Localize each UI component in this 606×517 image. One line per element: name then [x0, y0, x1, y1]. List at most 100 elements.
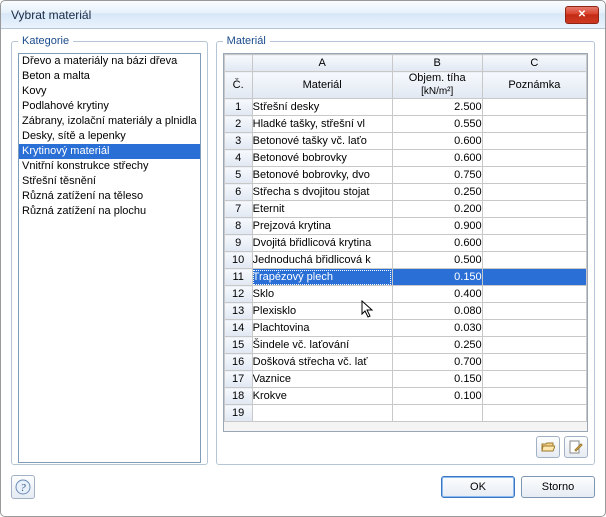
row-number[interactable]: 1: [224, 99, 252, 116]
row-number[interactable]: 13: [224, 303, 252, 320]
table-row[interactable]: 17Vaznice0.150: [224, 371, 586, 388]
cell-material[interactable]: Prejzová krytina: [252, 218, 392, 235]
row-number[interactable]: 12: [224, 286, 252, 303]
cell-material[interactable]: Šindele vč. laťování: [252, 337, 392, 354]
cell-note[interactable]: [482, 354, 586, 371]
cell-material[interactable]: Vaznice: [252, 371, 392, 388]
cell-material[interactable]: Plexisklo: [252, 303, 392, 320]
cell-material[interactable]: Eternit: [252, 201, 392, 218]
row-number[interactable]: 15: [224, 337, 252, 354]
table-row[interactable]: 4Betonové bobrovky0.600: [224, 150, 586, 167]
cell-note[interactable]: [482, 405, 586, 422]
table-row[interactable]: 3Betonové tašky vč. laťo0.600: [224, 133, 586, 150]
row-number[interactable]: 11: [224, 269, 252, 286]
row-number[interactable]: 10: [224, 252, 252, 269]
ok-button[interactable]: OK: [441, 476, 515, 498]
cell-weight[interactable]: 0.900: [392, 218, 482, 235]
row-number[interactable]: 9: [224, 235, 252, 252]
cell-note[interactable]: [482, 388, 586, 405]
cell-weight[interactable]: 0.700: [392, 354, 482, 371]
cell-weight[interactable]: 0.030: [392, 320, 482, 337]
row-number[interactable]: 19: [224, 405, 252, 422]
cell-material[interactable]: Střecha s dvojitou stojat: [252, 184, 392, 201]
row-number[interactable]: 7: [224, 201, 252, 218]
cell-note[interactable]: [482, 99, 586, 116]
cell-note[interactable]: [482, 286, 586, 303]
cell-note[interactable]: [482, 116, 586, 133]
row-number[interactable]: 5: [224, 167, 252, 184]
cell-material[interactable]: Betonové tašky vč. laťo: [252, 133, 392, 150]
category-item[interactable]: Kovy: [19, 84, 200, 99]
cell-weight[interactable]: 0.200: [392, 201, 482, 218]
cell-material[interactable]: Jednoduchá břidlicová k: [252, 252, 392, 269]
cell-note[interactable]: [482, 218, 586, 235]
col-letter-a[interactable]: A: [252, 55, 392, 72]
open-button[interactable]: [536, 436, 560, 458]
category-item[interactable]: Podlahové krytiny: [19, 99, 200, 114]
cell-weight[interactable]: 0.600: [392, 150, 482, 167]
cell-material[interactable]: Střešní desky: [252, 99, 392, 116]
cell-weight[interactable]: [392, 405, 482, 422]
cell-note[interactable]: [482, 252, 586, 269]
cell-weight[interactable]: 0.250: [392, 184, 482, 201]
table-row[interactable]: 9Dvojitá břidlicová krytina0.600: [224, 235, 586, 252]
cell-note[interactable]: [482, 337, 586, 354]
table-row[interactable]: 6Střecha s dvojitou stojat0.250: [224, 184, 586, 201]
table-row[interactable]: 8Prejzová krytina0.900: [224, 218, 586, 235]
row-number[interactable]: 14: [224, 320, 252, 337]
cell-weight[interactable]: 0.400: [392, 286, 482, 303]
cell-note[interactable]: [482, 150, 586, 167]
cell-weight[interactable]: 0.600: [392, 133, 482, 150]
category-item[interactable]: Střešní těsnění: [19, 174, 200, 189]
cell-weight[interactable]: 0.150: [392, 371, 482, 388]
cell-note[interactable]: [482, 371, 586, 388]
table-row[interactable]: 7Eternit0.200: [224, 201, 586, 218]
col-letter-b[interactable]: B: [392, 55, 482, 72]
category-item[interactable]: Vnitřní konstrukce střechy: [19, 159, 200, 174]
cell-material[interactable]: Došková střecha vč. lať: [252, 354, 392, 371]
row-number[interactable]: 16: [224, 354, 252, 371]
row-number[interactable]: 8: [224, 218, 252, 235]
table-row[interactable]: 11Trapézový plech0.150: [224, 269, 586, 286]
cancel-button[interactable]: Storno: [521, 476, 595, 498]
category-item[interactable]: Krytinový materiál: [19, 144, 200, 159]
cell-material[interactable]: [252, 405, 392, 422]
table-row[interactable]: 18Krokve0.100: [224, 388, 586, 405]
cell-note[interactable]: [482, 235, 586, 252]
cell-material[interactable]: Krokve: [252, 388, 392, 405]
cell-note[interactable]: [482, 133, 586, 150]
table-row[interactable]: 19: [224, 405, 586, 422]
table-row[interactable]: 2Hladké tašky, střešní vl0.550: [224, 116, 586, 133]
cell-material[interactable]: Trapézový plech: [252, 269, 392, 286]
table-row[interactable]: 12Sklo0.400: [224, 286, 586, 303]
help-button[interactable]: ?: [11, 475, 35, 499]
category-item[interactable]: Různá zatížení na plochu: [19, 204, 200, 219]
cell-material[interactable]: Plachtovina: [252, 320, 392, 337]
cell-material[interactable]: Betonové bobrovky, dvo: [252, 167, 392, 184]
cell-note[interactable]: [482, 320, 586, 337]
table-row[interactable]: 16Došková střecha vč. lať0.700: [224, 354, 586, 371]
cell-weight[interactable]: 0.100: [392, 388, 482, 405]
cell-weight[interactable]: 2.500: [392, 99, 482, 116]
edit-button[interactable]: [564, 436, 588, 458]
cell-weight[interactable]: 0.550: [392, 116, 482, 133]
row-number[interactable]: 3: [224, 133, 252, 150]
cell-weight[interactable]: 0.080: [392, 303, 482, 320]
category-item[interactable]: Zábrany, izolační materiály a plnidla: [19, 114, 200, 129]
table-row[interactable]: 15Šindele vč. laťování0.250: [224, 337, 586, 354]
row-number[interactable]: 2: [224, 116, 252, 133]
cell-note[interactable]: [482, 303, 586, 320]
materials-grid[interactable]: A B C Č. Materiál Objem. tíha [kN/m²] Po…: [224, 54, 587, 422]
cell-material[interactable]: Dvojitá břidlicová krytina: [252, 235, 392, 252]
close-button[interactable]: ✕: [565, 6, 599, 24]
cell-weight[interactable]: 0.150: [392, 269, 482, 286]
cell-weight[interactable]: 0.750: [392, 167, 482, 184]
category-item[interactable]: Dřevo a materiály na bázi dřeva: [19, 54, 200, 69]
table-row[interactable]: 1Střešní desky2.500: [224, 99, 586, 116]
cell-note[interactable]: [482, 167, 586, 184]
category-item[interactable]: Různá zatížení na těleso: [19, 189, 200, 204]
category-item[interactable]: Beton a malta: [19, 69, 200, 84]
category-item[interactable]: Desky, sítě a lepenky: [19, 129, 200, 144]
categories-list[interactable]: Dřevo a materiály na bázi dřevaBeton a m…: [18, 53, 201, 463]
row-number[interactable]: 18: [224, 388, 252, 405]
